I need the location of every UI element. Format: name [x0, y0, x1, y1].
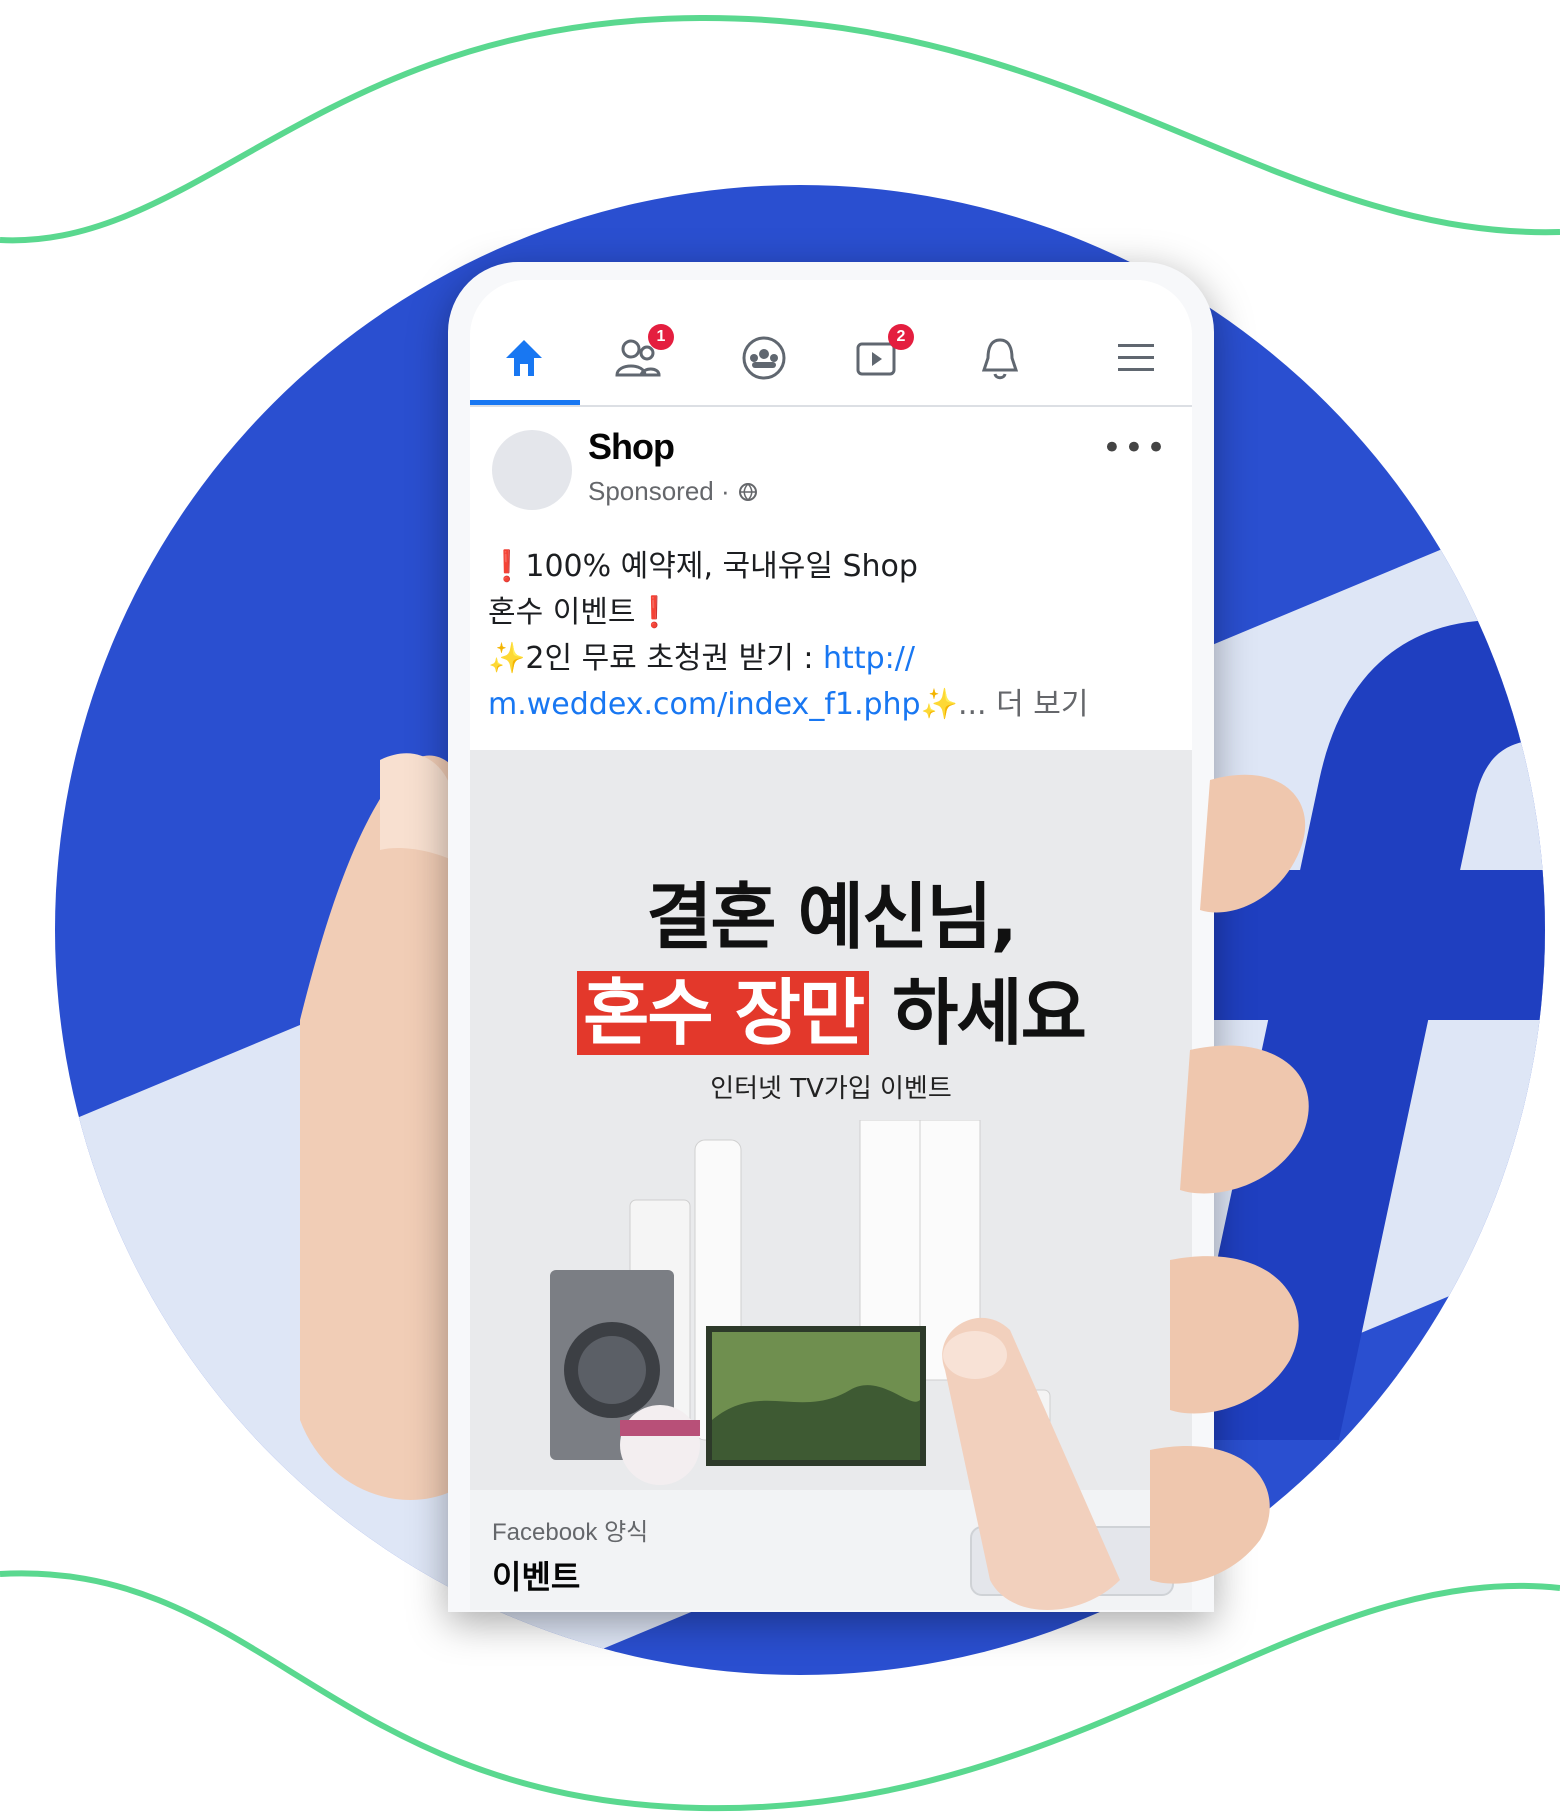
- right-hand: [942, 774, 1309, 1610]
- stage: 1 2 Shop Sponsored · ••• ❗100% 예약제, 국내유일…: [0, 0, 1560, 1818]
